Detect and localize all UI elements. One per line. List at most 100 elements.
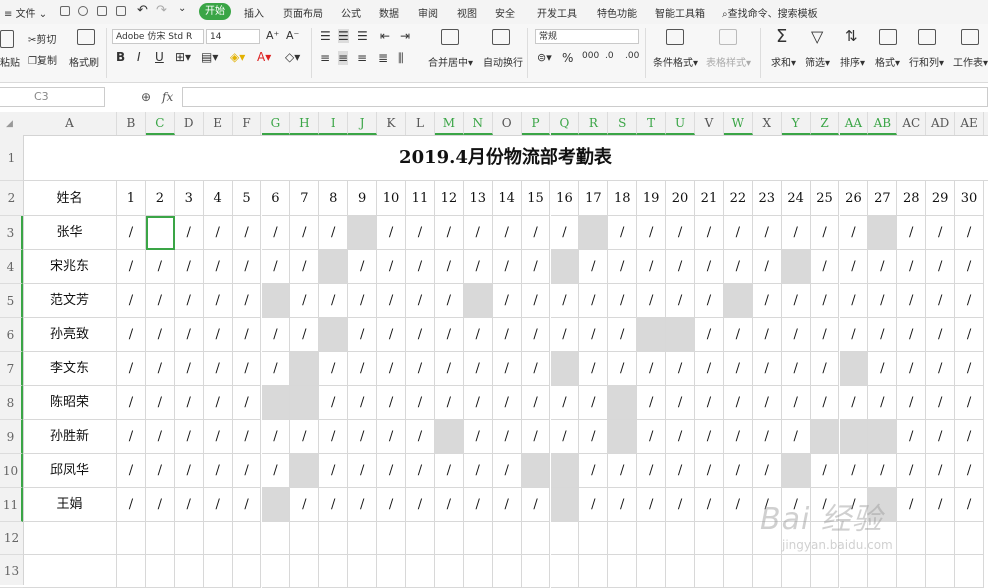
column-header-C[interactable]: C xyxy=(145,112,175,135)
empty-cell[interactable] xyxy=(608,555,638,588)
column-header-V[interactable]: V xyxy=(695,112,724,135)
attendance-cell[interactable]: / xyxy=(203,420,233,454)
attendance-cell[interactable]: / xyxy=(434,352,464,386)
attendance-cell[interactable]: / xyxy=(348,250,378,284)
tab-smart-toolbox[interactable]: 智能工具箱 xyxy=(655,5,705,20)
attendance-cell[interactable]: / xyxy=(377,352,406,386)
employee-name-cell[interactable]: 宋兆东 xyxy=(23,250,117,284)
attendance-cell[interactable] xyxy=(550,454,580,488)
attendance-cell[interactable]: / xyxy=(406,250,435,284)
attendance-cell[interactable]: / xyxy=(955,318,984,352)
day-header-cell[interactable]: 15 xyxy=(521,181,551,216)
thousands-icon[interactable]: 000 xyxy=(582,51,599,61)
attendance-cell[interactable]: / xyxy=(492,386,522,420)
rows-cols-icon[interactable] xyxy=(918,29,936,45)
row-header-13[interactable]: 13 xyxy=(0,555,23,588)
attendance-cell[interactable]: / xyxy=(608,488,638,522)
attendance-cell[interactable] xyxy=(781,250,811,284)
row-header-1[interactable]: 1 xyxy=(0,135,23,181)
attendance-cell[interactable]: / xyxy=(232,284,262,318)
empty-cell[interactable] xyxy=(117,522,146,555)
empty-cell[interactable] xyxy=(695,522,724,555)
attendance-cell[interactable]: / xyxy=(463,420,493,454)
attendance-cell[interactable]: / xyxy=(377,488,406,522)
column-header-W[interactable]: W xyxy=(723,112,753,135)
empty-cell[interactable] xyxy=(290,555,320,588)
attendance-cell[interactable]: / xyxy=(145,250,175,284)
attendance-cell[interactable]: / xyxy=(550,386,580,420)
attendance-cell[interactable]: / xyxy=(926,352,956,386)
attendance-cell[interactable]: / xyxy=(348,386,378,420)
align-left-icon[interactable]: ≡ xyxy=(320,51,330,65)
attendance-cell[interactable]: / xyxy=(492,250,522,284)
empty-cell[interactable] xyxy=(232,522,262,555)
sheet-title[interactable]: 2019.4月份物流部考勤表 xyxy=(23,135,988,181)
attendance-cell[interactable]: / xyxy=(434,216,464,250)
column-header-G[interactable]: G xyxy=(261,112,291,135)
attendance-cell[interactable]: / xyxy=(955,216,984,250)
attendance-cell[interactable]: / xyxy=(723,386,753,420)
attendance-cell[interactable]: / xyxy=(434,318,464,352)
attendance-cell[interactable]: / xyxy=(377,318,406,352)
attendance-cell[interactable]: / xyxy=(319,386,349,420)
attendance-cell[interactable]: / xyxy=(579,250,609,284)
attendance-cell[interactable]: / xyxy=(145,318,175,352)
attendance-cell[interactable]: / xyxy=(377,454,406,488)
attendance-cell[interactable]: / xyxy=(810,386,840,420)
day-header-cell[interactable]: 13 xyxy=(463,181,493,216)
attendance-cell[interactable]: / xyxy=(897,216,927,250)
align-bottom-icon[interactable]: ☰ xyxy=(357,29,368,43)
empty-cell[interactable] xyxy=(666,522,695,555)
attendance-cell[interactable]: / xyxy=(666,420,695,454)
attendance-cell[interactable]: / xyxy=(695,352,724,386)
attendance-cell[interactable]: / xyxy=(897,318,927,352)
empty-cell[interactable] xyxy=(955,522,984,555)
attendance-cell[interactable]: / xyxy=(377,284,406,318)
attendance-cell[interactable]: / xyxy=(781,386,811,420)
empty-cell[interactable] xyxy=(955,555,984,588)
attendance-cell[interactable]: / xyxy=(406,386,435,420)
attendance-cell[interactable]: / xyxy=(868,318,898,352)
attendance-cell[interactable]: / xyxy=(203,352,233,386)
attendance-cell[interactable] xyxy=(550,488,580,522)
attendance-cell[interactable]: / xyxy=(290,284,320,318)
column-header-AC[interactable]: AC xyxy=(897,112,927,135)
sort-icon[interactable]: ⇅ xyxy=(845,27,858,45)
attendance-cell[interactable]: / xyxy=(145,352,175,386)
column-header-AA[interactable]: AA xyxy=(839,112,869,135)
attendance-cell[interactable]: / xyxy=(752,284,782,318)
attendance-cell[interactable]: / xyxy=(261,352,291,386)
column-header-N[interactable]: N xyxy=(463,112,493,135)
attendance-cell[interactable]: / xyxy=(550,284,580,318)
attendance-cell[interactable]: / xyxy=(290,216,320,250)
attendance-cell[interactable]: / xyxy=(637,386,667,420)
sum-icon[interactable]: Σ xyxy=(776,26,787,47)
zoom-icon[interactable]: ⊕ xyxy=(141,90,151,104)
row-header-8[interactable]: 8 xyxy=(0,386,23,420)
column-header-T[interactable]: T xyxy=(637,112,667,135)
conditional-format-icon[interactable] xyxy=(666,29,684,45)
attendance-cell[interactable]: / xyxy=(117,216,146,250)
column-header-M[interactable]: M xyxy=(434,112,464,135)
attendance-cell[interactable]: / xyxy=(290,420,320,454)
decrease-font-icon[interactable]: A⁻ xyxy=(286,29,299,42)
day-header-cell[interactable]: 14 xyxy=(492,181,522,216)
format-button[interactable]: 格式▾ xyxy=(875,54,900,69)
attendance-cell[interactable]: / xyxy=(579,454,609,488)
worksheet-icon[interactable] xyxy=(961,29,979,45)
attendance-cell[interactable]: / xyxy=(521,352,551,386)
merge-center-button[interactable]: 合并居中▾ xyxy=(428,54,473,69)
attendance-cell[interactable]: / xyxy=(521,420,551,454)
attendance-cell[interactable]: / xyxy=(406,488,435,522)
attendance-cell[interactable]: / xyxy=(492,318,522,352)
attendance-cell[interactable]: / xyxy=(839,284,869,318)
day-header-cell[interactable]: 7 xyxy=(290,181,320,216)
attendance-cell[interactable]: / xyxy=(174,488,204,522)
attendance-cell[interactable]: / xyxy=(521,386,551,420)
attendance-cell[interactable]: / xyxy=(232,250,262,284)
attendance-cell[interactable]: / xyxy=(203,216,233,250)
attendance-cell[interactable]: / xyxy=(897,454,927,488)
day-header-cell[interactable]: 5 xyxy=(232,181,262,216)
tab-formulas[interactable]: 公式 xyxy=(341,5,361,20)
indent-increase-icon[interactable]: ⇥ xyxy=(400,29,410,43)
